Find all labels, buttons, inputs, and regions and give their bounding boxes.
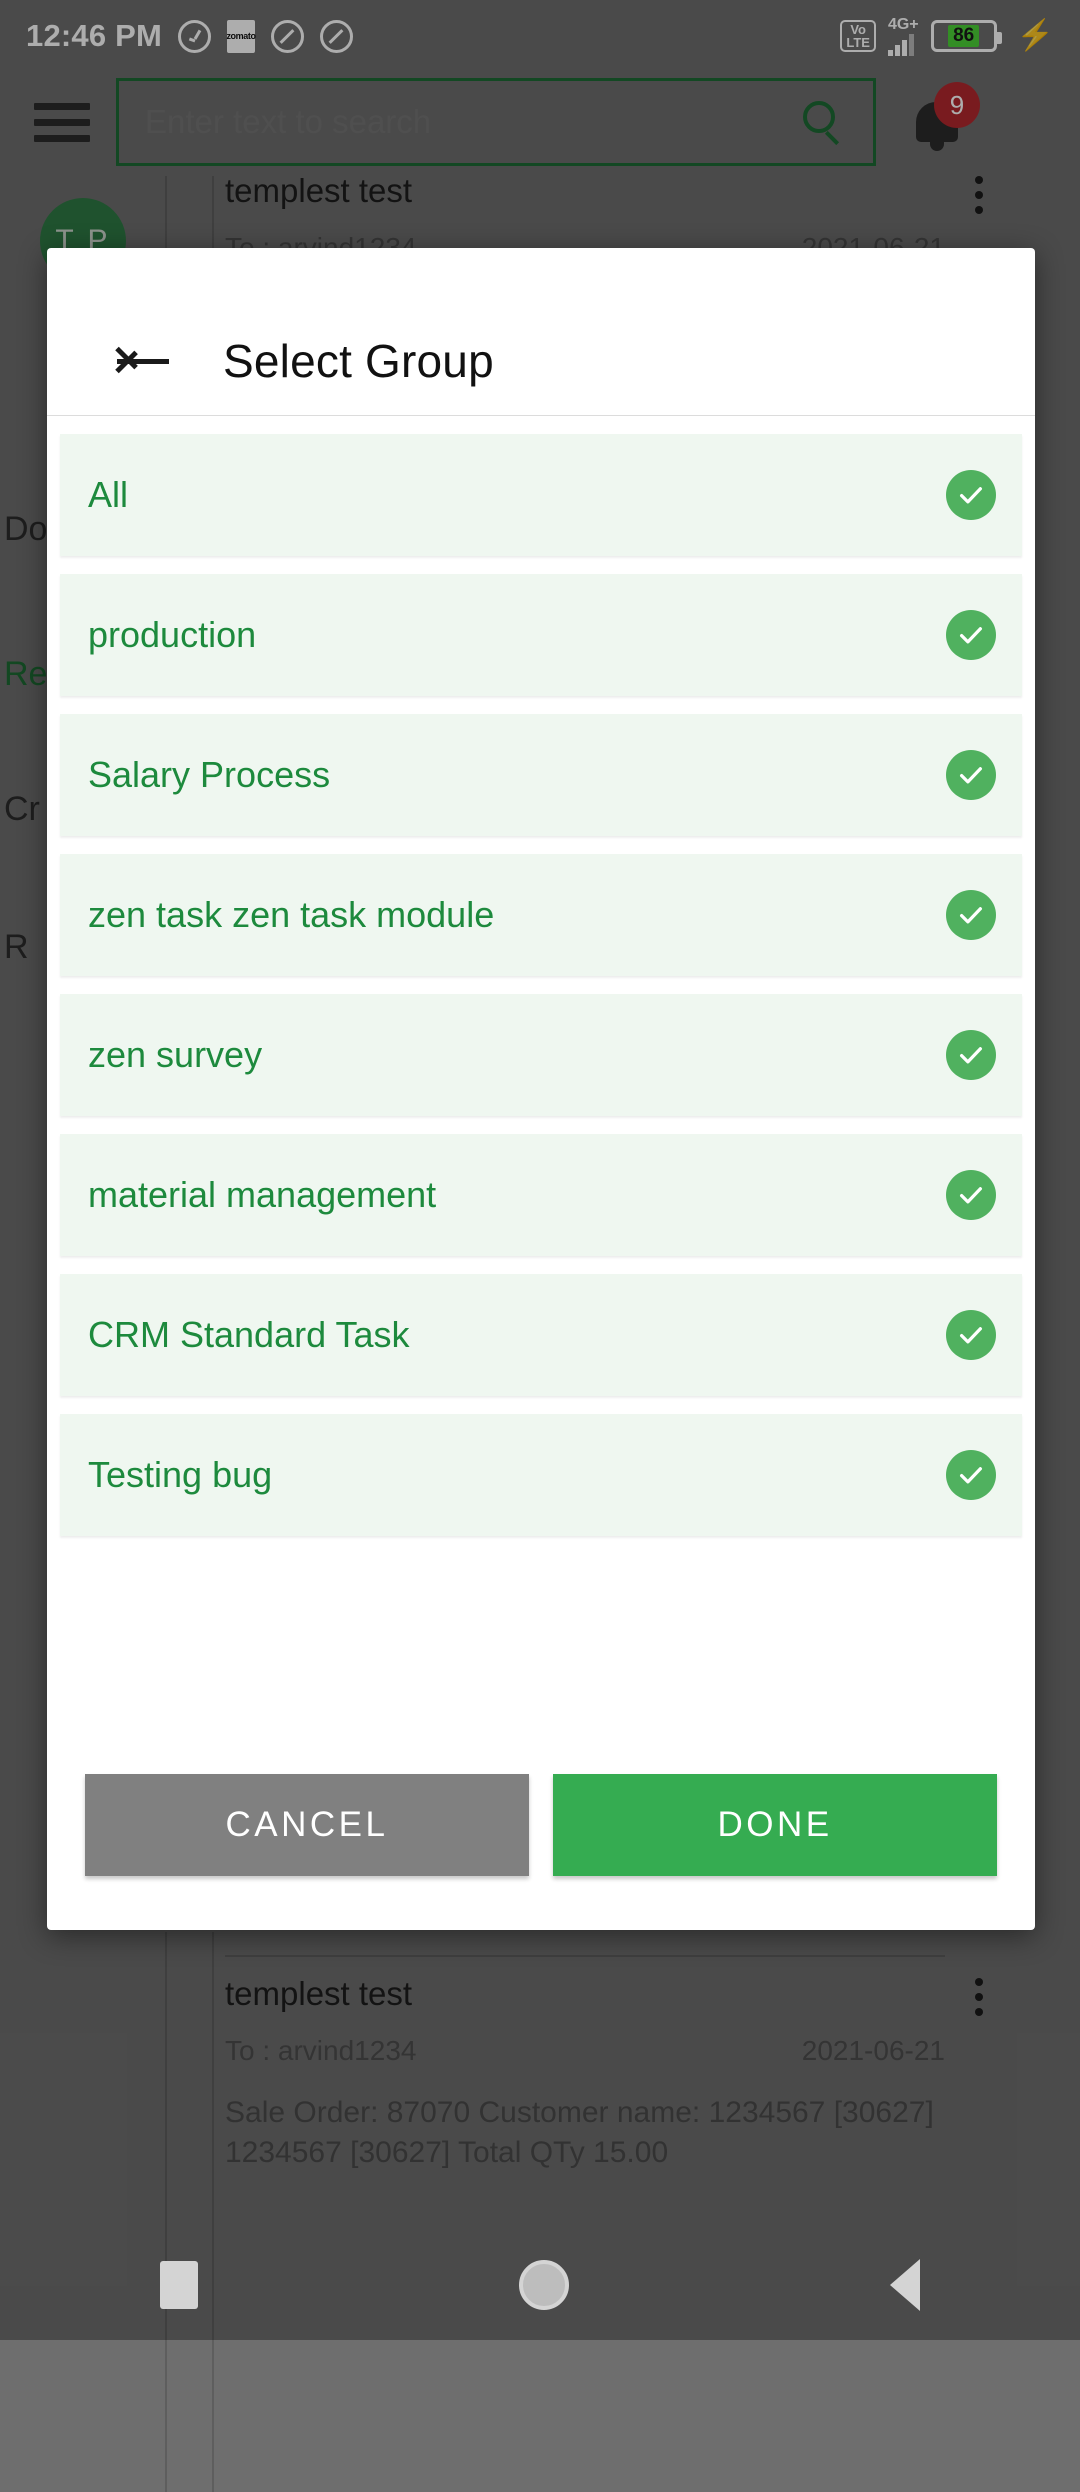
group-label: CRM Standard Task bbox=[88, 1314, 410, 1355]
check-circle-icon[interactable] bbox=[946, 1170, 996, 1220]
group-label: All bbox=[88, 474, 129, 515]
group-label: production bbox=[88, 614, 257, 655]
group-list[interactable]: All production Salary Process zen task zen … bbox=[47, 416, 1035, 1720]
android-navigation-bar bbox=[0, 2230, 1080, 2340]
cancel-button[interactable]: CANCEL bbox=[85, 1774, 529, 1876]
check-circle-icon[interactable] bbox=[946, 1310, 996, 1360]
notifications-button[interactable]: 9 bbox=[902, 82, 982, 162]
check-circle-icon[interactable] bbox=[946, 1030, 996, 1080]
divider bbox=[212, 1932, 214, 2492]
dialog-header: Select Group bbox=[47, 306, 1035, 416]
side-fragment: Re bbox=[4, 655, 48, 693]
side-fragment: R bbox=[4, 928, 29, 966]
group-row[interactable]: zen survey bbox=[60, 994, 1022, 1116]
volte-line-2: LTE bbox=[846, 35, 870, 50]
hamburger-icon[interactable] bbox=[34, 102, 90, 142]
notification-badge: 9 bbox=[934, 82, 980, 128]
back-arrow-icon[interactable] bbox=[113, 339, 175, 383]
do-not-disturb-icon bbox=[320, 19, 353, 53]
volte-icon: Vo LTE bbox=[840, 19, 876, 53]
check-circle-icon[interactable] bbox=[946, 890, 996, 940]
battery-percent-label: 86 bbox=[948, 25, 980, 47]
group-label: material management bbox=[88, 1174, 437, 1215]
alarm-icon bbox=[178, 19, 211, 53]
check-circle-icon[interactable] bbox=[946, 1450, 996, 1500]
network-indicator: 4G+ bbox=[887, 15, 919, 56]
card-title: templest test bbox=[225, 172, 413, 209]
home-icon[interactable] bbox=[518, 2260, 569, 2310]
recent-apps-icon[interactable] bbox=[160, 2261, 199, 2309]
group-row[interactable]: zen task zen task module bbox=[60, 854, 1022, 976]
dialog-actions: CANCEL DONE bbox=[47, 1720, 1035, 1930]
overflow-menu-icon[interactable] bbox=[975, 1978, 983, 2016]
signal-bars-icon bbox=[887, 33, 914, 56]
charging-bolt-icon: ⚡ bbox=[1016, 19, 1054, 52]
card-date: 2021-06-21 bbox=[801, 2035, 945, 2066]
battery-icon: 86 bbox=[930, 20, 1002, 52]
side-fragment: Cr bbox=[4, 790, 40, 828]
card-recipient: To : arvind1234 bbox=[225, 2035, 417, 2066]
dialog-title: Select Group bbox=[223, 334, 494, 387]
select-group-dialog: Select Group All production Salary Process… bbox=[47, 248, 1035, 1930]
done-button[interactable]: DONE bbox=[553, 1774, 997, 1876]
status-bar-right: Vo LTE 4G+ 86 ⚡ bbox=[840, 15, 1054, 56]
search-input[interactable] bbox=[145, 103, 801, 141]
status-bar: 12:46 PM zomato Vo LTE 4G+ 86 ⚡ bbox=[0, 0, 1080, 72]
do-not-disturb-icon bbox=[271, 19, 304, 53]
check-circle-icon[interactable] bbox=[946, 470, 996, 520]
group-label: Testing bug bbox=[88, 1454, 273, 1495]
divider bbox=[165, 1932, 167, 2492]
group-row[interactable]: Testing bug bbox=[60, 1414, 1022, 1536]
status-clock: 12:46 PM bbox=[26, 18, 162, 53]
background-card-bottom: templest test To : arvind1234 2021-06-21… bbox=[225, 1975, 945, 2173]
group-row[interactable]: CRM Standard Task bbox=[60, 1274, 1022, 1396]
check-circle-icon[interactable] bbox=[946, 610, 996, 660]
search-icon[interactable] bbox=[801, 99, 847, 146]
card-title: templest test bbox=[225, 1975, 413, 2012]
group-row[interactable]: production bbox=[60, 574, 1022, 696]
group-row[interactable]: material management bbox=[60, 1134, 1022, 1256]
group-label: Salary Process bbox=[88, 754, 331, 795]
nav-back-icon[interactable] bbox=[889, 2259, 920, 2311]
side-fragment: Do bbox=[4, 510, 48, 548]
card-body-line-2: 1234567 [30627] Total QTy 15.00 bbox=[225, 2135, 669, 2169]
status-bar-left: 12:46 PM zomato bbox=[26, 18, 353, 54]
group-label: zen task zen task module bbox=[88, 894, 495, 935]
app-toolbar: 9 bbox=[0, 72, 1080, 172]
group-row[interactable]: Salary Process bbox=[60, 714, 1022, 836]
check-circle-icon[interactable] bbox=[946, 750, 996, 800]
group-label: zen survey bbox=[88, 1034, 263, 1075]
zomato-icon: zomato bbox=[226, 19, 256, 53]
search-field[interactable] bbox=[116, 78, 876, 166]
divider bbox=[225, 1955, 945, 1957]
overflow-menu-icon[interactable] bbox=[975, 176, 983, 214]
network-type-label: 4G+ bbox=[887, 15, 919, 33]
card-body-line-1: Sale Order: 87070 Customer name: 1234567… bbox=[225, 2096, 934, 2129]
group-row[interactable]: All bbox=[60, 434, 1022, 556]
